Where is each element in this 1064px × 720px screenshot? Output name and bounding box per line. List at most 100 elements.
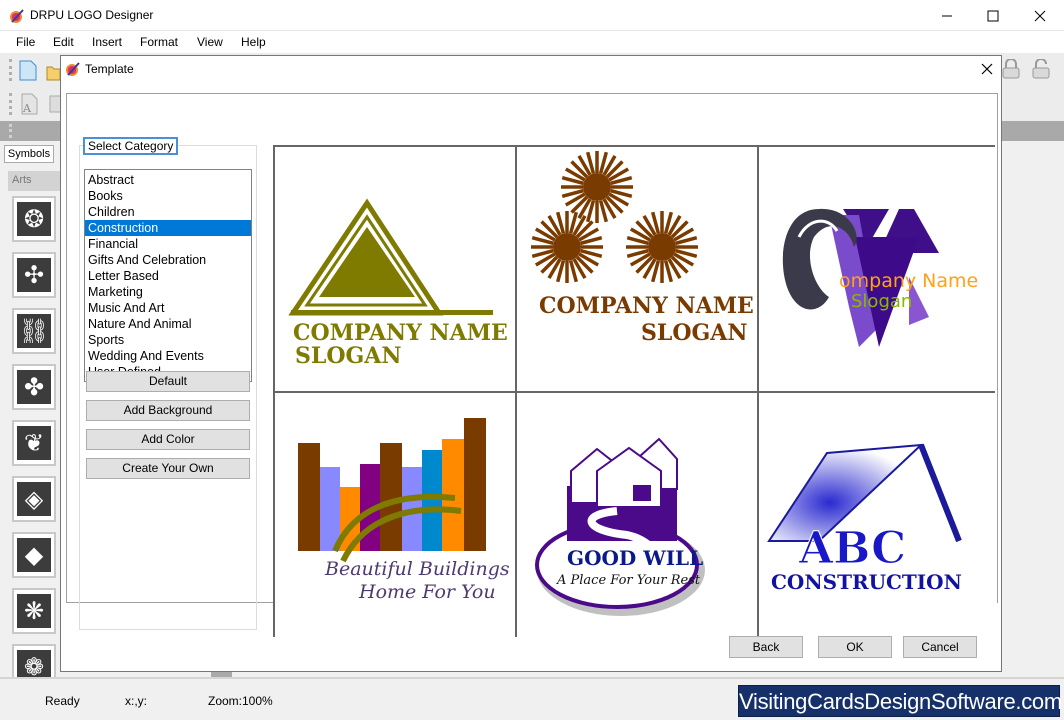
category-item-music-and-art[interactable]: Music And Art (85, 300, 251, 316)
app-logo-icon (10, 9, 24, 23)
olive-triangle-logo: COMPANY NAME SLOGAN (288, 198, 508, 369)
symbol-art-icon: ❂ (17, 202, 51, 236)
symbol-thumbnail[interactable]: ✣ (12, 252, 56, 298)
maximize-icon (987, 10, 999, 21)
maximize-button[interactable] (970, 0, 1016, 31)
template-purple-cv[interactable]: ompany Name Slogan (759, 147, 997, 391)
title-bar: DRPU LOGO Designer (0, 0, 1064, 31)
ok-button[interactable]: OK (818, 636, 892, 658)
category-item-books[interactable]: Books (85, 188, 251, 204)
symbol-thumbnail[interactable]: ✤ (12, 364, 56, 410)
sun-shape (531, 211, 603, 283)
sun-shape (626, 211, 698, 283)
template-slogan-text: A Place For Your Rest (556, 573, 701, 588)
category-item-sports[interactable]: Sports (85, 332, 251, 348)
panel-grip[interactable] (9, 124, 12, 138)
menu-insert[interactable]: Insert (92, 35, 122, 49)
template-slogan-text: CONSTRUCTION (771, 570, 962, 594)
template-slogan-text: Slogan (851, 291, 912, 312)
status-ready: Ready (45, 694, 80, 708)
close-icon (1034, 10, 1046, 21)
category-item-letter-based[interactable]: Letter Based (85, 268, 251, 284)
menu-edit[interactable]: Edit (53, 35, 74, 49)
open-folder-icon[interactable] (46, 62, 60, 81)
brown-suns-logo: COMPANY NAME SLOGAN (531, 151, 754, 346)
add-background-button[interactable]: Add Background (86, 400, 250, 421)
create-your-own-button[interactable]: Create Your Own (86, 458, 250, 479)
category-item-financial[interactable]: Financial (85, 236, 251, 252)
close-button[interactable] (1017, 0, 1063, 31)
category-label: Select Category (83, 137, 179, 155)
category-item-children[interactable]: Children (85, 204, 251, 220)
tab-symbols[interactable]: Symbols (4, 145, 54, 163)
template-good-will[interactable]: GOOD WILL A Place For Your Rest (517, 393, 757, 637)
template-bars-arc[interactable]: Beautiful Buildings Home For You (275, 393, 515, 637)
template-title-text: ompany Name (839, 270, 978, 292)
sun-shape (561, 151, 633, 223)
arts-section-header[interactable]: Arts (8, 171, 60, 191)
symbol-thumbnail[interactable]: ⛓ (12, 308, 56, 354)
category-item-gifts-and-celebration[interactable]: Gifts And Celebration (85, 252, 251, 268)
symbol-thumbnail[interactable]: ❂ (12, 196, 56, 242)
template-slogan-text: SLOGAN (295, 343, 402, 369)
abc-construction-logo: ABC CONSTRUCTION (767, 443, 962, 594)
dialog-title: Template (85, 62, 134, 76)
symbol-art-icon: ◆ (17, 538, 51, 572)
minimize-button[interactable] (924, 0, 970, 31)
symbol-thumbnail[interactable]: ◆ (12, 532, 56, 578)
window-title: DRPU LOGO Designer (30, 8, 154, 22)
lock-icon[interactable] (1002, 59, 1020, 79)
symbol-thumbnail[interactable]: ❦ (12, 420, 56, 466)
svg-text:A: A (22, 102, 32, 115)
unlock-icon[interactable] (1032, 59, 1050, 79)
add-color-button[interactable]: Add Color (86, 429, 250, 450)
menu-help[interactable]: Help (241, 35, 266, 49)
status-coords: x:,y: (125, 694, 148, 708)
purple-cv-logo: ompany Name Slogan (782, 208, 978, 347)
template-title-text: GOOD WILL (567, 546, 703, 570)
good-will-logo: GOOD WILL A Place For Your Rest (535, 437, 705, 616)
dialog-content-frame: Select Category Abstract Books Children Con… (66, 93, 998, 637)
menu-format[interactable]: Format (140, 35, 178, 49)
default-button[interactable]: Default (86, 371, 250, 392)
bars-arc-logo: Beautiful Buildings Home For You (298, 418, 510, 603)
symbol-art-icon: ❦ (17, 426, 51, 460)
category-item-marketing[interactable]: Marketing (85, 284, 251, 300)
status-zoom: Zoom:100% (208, 694, 273, 708)
cancel-button[interactable]: Cancel (903, 636, 977, 658)
symbol-art-icon: ◈ (17, 482, 51, 516)
menu-file[interactable]: File (16, 35, 35, 49)
text-tool-icon[interactable]: A (19, 93, 39, 115)
symbol-thumbnail[interactable]: ❋ (12, 588, 56, 634)
template-olive-triangle[interactable]: COMPANY NAME SLOGAN (275, 147, 515, 391)
template-title-text: COMPANY NAME (539, 293, 754, 319)
symbols-panel: Symbols Arts ❂ ✣ ⛓ ✤ ❦ ◈ ◆ ❋ ❁ (0, 141, 60, 690)
back-button[interactable]: Back (729, 636, 803, 658)
close-icon (981, 63, 993, 75)
symbol-art-icon: ⛓ (17, 314, 51, 348)
menu-view[interactable]: View (197, 35, 223, 49)
category-item-nature-and-animal[interactable]: Nature And Animal (85, 316, 251, 332)
category-item-abstract[interactable]: Abstract (85, 172, 251, 188)
symbol-thumbnail[interactable]: ◈ (12, 476, 56, 522)
template-title-text: ABC (798, 523, 906, 574)
right-panel (1002, 141, 1064, 676)
template-slogan-text: Home For You (358, 581, 496, 603)
template-title-text: Beautiful Buildings (324, 558, 510, 580)
category-item-wedding-and-events[interactable]: Wedding And Events (85, 348, 251, 364)
symbol-art-icon: ❋ (17, 594, 51, 628)
symbol-art-icon: ✣ (17, 258, 51, 292)
toolbar-grip[interactable] (9, 93, 12, 115)
template-brown-suns[interactable]: COMPANY NAME SLOGAN (517, 147, 757, 391)
template-slogan-text: SLOGAN (641, 320, 748, 346)
menu-bar: File Edit Insert Format View Help (0, 31, 1064, 53)
dialog-close-button[interactable] (977, 59, 997, 79)
category-item-construction[interactable]: Construction (85, 220, 251, 236)
category-list[interactable]: Abstract Books Children Construction Financi… (84, 169, 252, 382)
new-file-icon[interactable] (19, 60, 37, 81)
brand-banner: VisitingCardsDesignSoftware.com (738, 685, 1062, 717)
template-abc-construction[interactable]: ABC CONSTRUCTION (759, 393, 997, 637)
toolbar-grip[interactable] (9, 59, 12, 81)
dialog-logo-icon (66, 62, 80, 76)
template-dialog: Template Select Category Abstract Books Ch… (60, 55, 1002, 672)
